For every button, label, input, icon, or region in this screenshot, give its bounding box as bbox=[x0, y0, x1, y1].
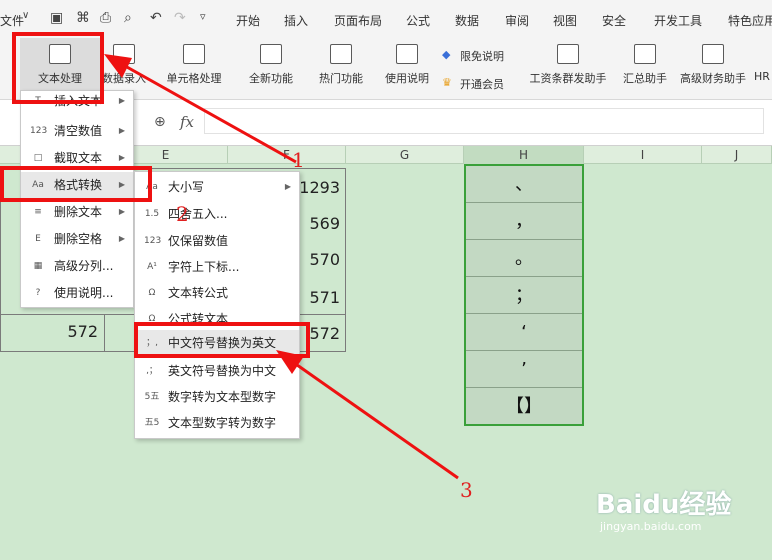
annotation-label-3: 3 bbox=[460, 478, 473, 502]
arrow-1 bbox=[104, 54, 297, 164]
watermark-logo: Baidu经验 bbox=[596, 490, 732, 520]
annotation-label-1: 1 bbox=[292, 148, 305, 172]
annotation-arrows bbox=[104, 54, 459, 480]
watermark-url: jingyan.baidu.com bbox=[600, 520, 702, 533]
arrow-3 bbox=[276, 350, 459, 480]
annotation-label-2: 2 bbox=[176, 202, 189, 226]
